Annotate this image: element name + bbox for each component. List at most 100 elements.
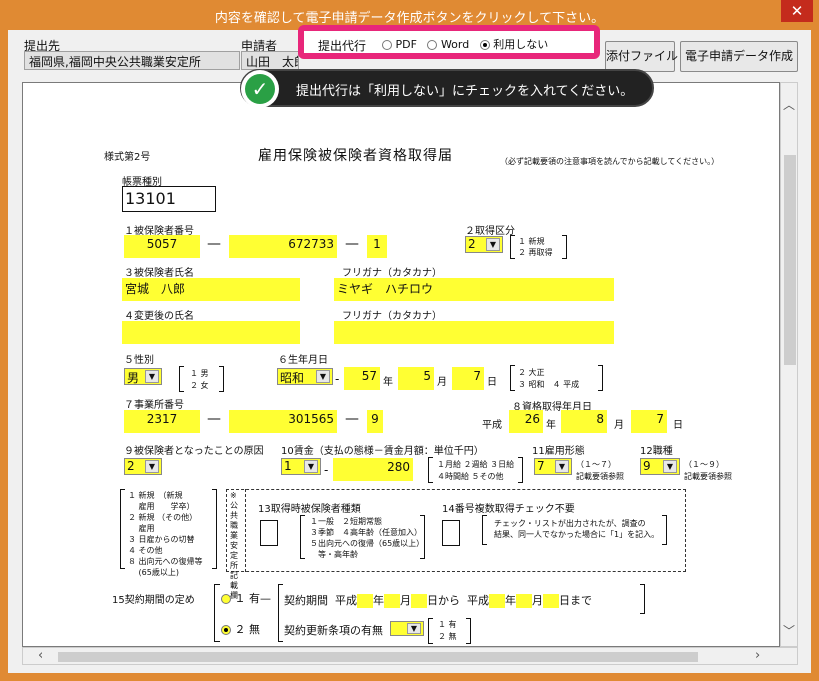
item14-label: 14番号複数取得チェック不要 xyxy=(442,504,575,515)
office-no-part1[interactable]: 2317 xyxy=(124,410,200,433)
bracket xyxy=(214,584,220,642)
unit-month: 月 xyxy=(437,377,447,388)
cause-label: ９被保険者となったことの原因 xyxy=(124,446,264,457)
emp-select[interactable]: 7 ▼ xyxy=(534,458,572,475)
acq-kind-opt: １ 新規 xyxy=(518,237,545,246)
changed-kana-label: フリガナ（カタカナ） xyxy=(342,311,442,322)
bracket xyxy=(662,515,667,545)
c-day2-field[interactable] xyxy=(543,594,559,608)
dob-year[interactable]: 57 xyxy=(344,367,380,390)
renew-opt: １ 有 xyxy=(438,620,457,629)
era-opt: ２ 大正 xyxy=(518,368,545,377)
acq-day[interactable]: 7 xyxy=(631,410,667,433)
wage-opt: １月給 ２週給 ３日給 xyxy=(437,460,515,469)
kana-field[interactable]: ミヤギ ハチロウ xyxy=(334,278,614,301)
proxy-radio-pdf[interactable]: PDF xyxy=(382,38,417,51)
job-label: 12職種 xyxy=(640,446,673,457)
name-field[interactable]: 宮城 八郎 xyxy=(122,278,300,301)
contract-yes-radio[interactable]: １ 有— xyxy=(221,590,271,606)
submit-to-field: 福岡県,福岡中央公共職業安定所 xyxy=(24,51,240,70)
sex-opt: １ 男 xyxy=(190,369,209,378)
job-opt: 記載要領参照 xyxy=(684,472,732,481)
wage-opt: ４時間給 ５その他 xyxy=(437,472,504,481)
office-no-part3[interactable]: 9 xyxy=(367,410,383,433)
bracket xyxy=(466,618,471,644)
job-select[interactable]: 9 ▼ xyxy=(640,458,680,475)
tip-text: 提出代行は「利用しない」にチェックを入れてください。 xyxy=(296,84,634,99)
wage-label: 10賃金（支払の態様－賃金月額：単位千円） xyxy=(281,446,484,457)
form-note: （必ず記載要領の注意事項を読んでから記載してください。） xyxy=(500,157,720,166)
bracket xyxy=(428,618,433,644)
emp-opt: （１～７） xyxy=(576,460,616,469)
scroll-up-icon[interactable]: ︿ xyxy=(783,96,795,113)
acq-kind-label: ２取得区分 xyxy=(465,226,515,237)
wage-type-select[interactable]: 1 ▼ xyxy=(281,458,321,475)
bracket xyxy=(212,489,217,569)
item14-field[interactable] xyxy=(442,520,460,546)
c-month2-field[interactable] xyxy=(516,594,532,608)
item13-field[interactable] xyxy=(260,520,278,546)
acq-month[interactable]: 8 xyxy=(561,410,607,433)
bracket xyxy=(120,489,125,569)
dash: - xyxy=(324,463,329,477)
scroll-left-icon[interactable]: ‹ xyxy=(38,648,43,663)
chevron-down-icon: ▼ xyxy=(316,370,330,383)
radio-selected-icon xyxy=(221,625,231,635)
cause-select[interactable]: 2 ▼ xyxy=(124,458,162,475)
insured-no-part3[interactable]: 1 xyxy=(367,235,387,258)
insured-no-part1[interactable]: 5057 xyxy=(124,235,200,258)
emp-opt: 記載要領参照 xyxy=(576,472,624,481)
c-day-field[interactable] xyxy=(411,594,427,608)
chevron-down-icon: ▼ xyxy=(486,238,500,251)
dash: - xyxy=(335,372,340,386)
cause-options: １ 新規 （新規 雇用 学卒） ２ 新規 （その他） 雇用 ３ 日雇からの切替 … xyxy=(128,491,203,577)
sex-select[interactable]: 男 ▼ xyxy=(124,368,162,385)
chevron-down-icon: ▼ xyxy=(145,460,159,473)
wage-amount[interactable]: 280 xyxy=(333,458,413,481)
item13-options: １一般 ２短期常態 ３季節 ４高年齢（任意加入） ５出向元への復帰（65歳以上）… xyxy=(310,517,425,559)
unit-year: 年 xyxy=(546,420,556,431)
scroll-right-icon[interactable]: › xyxy=(755,648,760,663)
close-button[interactable]: ✕ xyxy=(781,0,813,22)
contract-renew-label: 契約更新条項の有無 xyxy=(284,624,383,637)
chevron-down-icon: ▼ xyxy=(407,623,421,634)
acq-kind-select[interactable]: 2 ▼ xyxy=(465,236,503,253)
unit-day: 日 xyxy=(673,420,683,431)
create-data-button[interactable]: 電子申請データ作成 xyxy=(680,41,798,72)
bracket xyxy=(510,235,515,259)
radio-icon xyxy=(427,40,438,50)
chevron-down-icon: ▼ xyxy=(555,460,569,473)
scroll-down-icon[interactable]: ﹀ xyxy=(783,622,795,639)
proxy-label: 提出代行 xyxy=(318,39,367,53)
era-select[interactable]: 昭和 ▼ xyxy=(277,368,333,385)
insured-no-part2[interactable]: 672733 xyxy=(229,235,337,258)
changed-name-field[interactable] xyxy=(122,321,300,344)
c-year-field[interactable] xyxy=(357,594,373,608)
contract-renew-select[interactable]: ▼ xyxy=(390,621,424,636)
proxy-radio-none[interactable]: 利用しない xyxy=(479,38,548,51)
bracket xyxy=(278,584,283,642)
form-number: 様式第2号 xyxy=(104,152,151,163)
acq-year[interactable]: 26 xyxy=(509,410,543,433)
changed-kana-field[interactable] xyxy=(334,321,614,344)
attach-file-button[interactable]: 添付ファイル xyxy=(605,41,678,72)
c-year2-field[interactable] xyxy=(489,594,505,608)
contract-no-radio[interactable]: ２ 無 xyxy=(221,621,260,637)
proxy-radio-word[interactable]: Word xyxy=(427,38,469,51)
name-label: ３被保険者氏名 xyxy=(124,268,194,279)
hscroll-thumb[interactable] xyxy=(58,652,698,662)
office-no-part2[interactable]: 301565 xyxy=(229,410,337,433)
item13-label: 13取得時被保険者種類 xyxy=(258,504,361,515)
job-opt: （１～９） xyxy=(684,460,724,469)
form-title: 雇用保険被保険者資格取得届 xyxy=(258,148,453,164)
sex-opt: ２ 女 xyxy=(190,381,209,390)
c-month-field[interactable] xyxy=(384,594,400,608)
dash: — xyxy=(345,411,359,427)
dash: — xyxy=(207,411,221,427)
scroll-thumb[interactable] xyxy=(784,155,796,365)
dob-day[interactable]: 7 xyxy=(452,367,484,390)
dash: — xyxy=(345,236,359,252)
dob-month[interactable]: 5 xyxy=(398,367,434,390)
radio-icon xyxy=(382,40,392,50)
window-title: 内容を確認して電子申請データ作成ボタンをクリックして下さい。 xyxy=(214,11,605,26)
